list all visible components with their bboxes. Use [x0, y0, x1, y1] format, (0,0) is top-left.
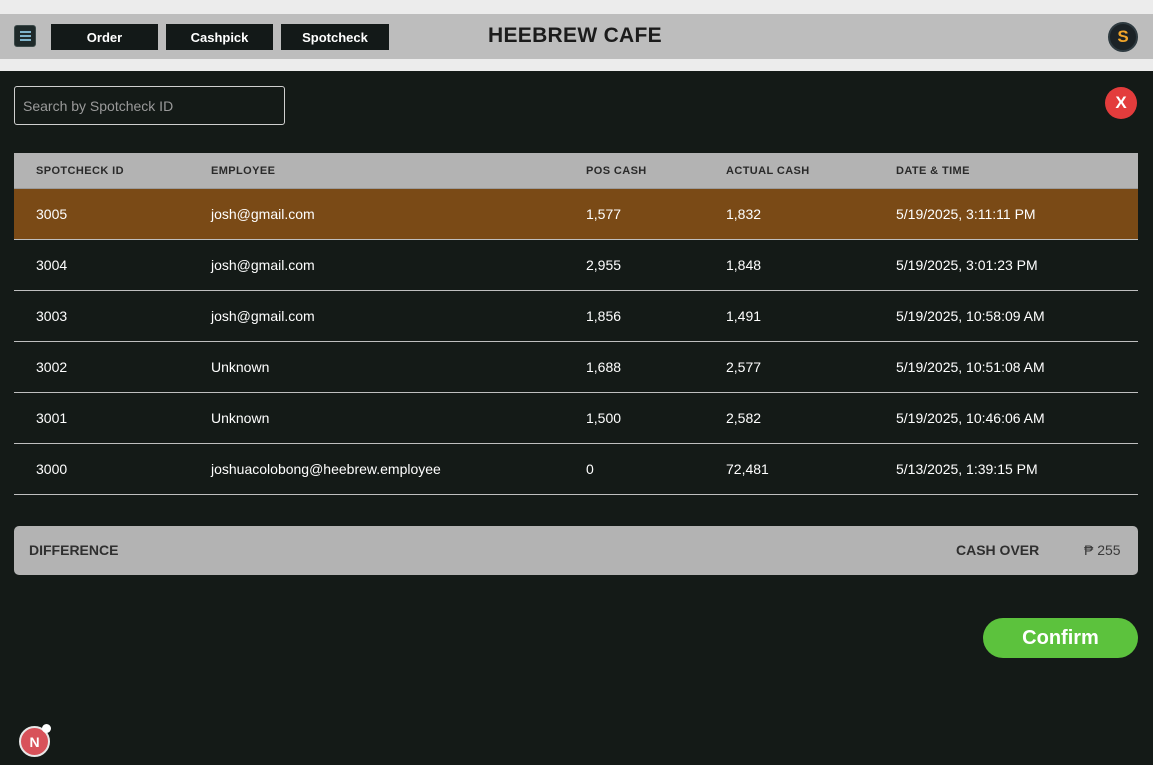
- spotcheck-table: SPOTCHECK ID EMPLOYEE POS CASH ACTUAL CA…: [14, 153, 1138, 495]
- s-coin-logo-icon[interactable]: S: [1108, 22, 1138, 52]
- difference-label: DIFFERENCE: [29, 542, 119, 558]
- nav-order-button[interactable]: Order: [51, 24, 158, 50]
- notification-dot-icon: [42, 724, 51, 733]
- cell-pos-cash: 2,955: [586, 257, 622, 273]
- cell-spotcheck-id: 3002: [36, 359, 68, 375]
- cell-actual-cash: 72,481: [726, 461, 769, 477]
- cell-date-time: 5/19/2025, 10:58:09 AM: [896, 308, 1045, 324]
- difference-amount: ₱ 255: [1084, 542, 1121, 558]
- cell-pos-cash: 1,500: [586, 410, 622, 426]
- hamburger-menu-icon[interactable]: [14, 25, 36, 47]
- cell-pos-cash: 0: [586, 461, 594, 477]
- brand-title: HEEBREW CAFE: [488, 24, 662, 47]
- spotcheck-search-input[interactable]: [14, 86, 285, 125]
- cell-actual-cash: 2,582: [726, 410, 762, 426]
- cell-spotcheck-id: 3003: [36, 308, 68, 324]
- cell-pos-cash: 1,577: [586, 206, 622, 222]
- cell-date-time: 5/19/2025, 10:51:08 AM: [896, 359, 1045, 375]
- table-row[interactable]: 3000 joshuacolobong@heebrew.employee 0 7…: [14, 444, 1138, 495]
- column-header-spotcheck-id: SPOTCHECK ID: [36, 165, 124, 177]
- cell-date-time: 5/19/2025, 3:01:23 PM: [896, 257, 1038, 273]
- nav-spotcheck-button[interactable]: Spotcheck: [281, 24, 389, 50]
- cell-actual-cash: 1,848: [726, 257, 762, 273]
- cash-status-label: CASH OVER: [956, 542, 1040, 558]
- table-row[interactable]: 3005 josh@gmail.com 1,577 1,832 5/19/202…: [14, 189, 1138, 240]
- column-header-pos-cash: POS CASH: [586, 165, 647, 177]
- cell-spotcheck-id: 3004: [36, 257, 68, 273]
- cell-actual-cash: 1,491: [726, 308, 762, 324]
- cell-spotcheck-id: 3000: [36, 461, 68, 477]
- nav-cashpick-button[interactable]: Cashpick: [166, 24, 273, 50]
- table-row[interactable]: 3001 Unknown 1,500 2,582 5/19/2025, 10:4…: [14, 393, 1138, 444]
- cell-date-time: 5/19/2025, 10:46:06 AM: [896, 410, 1045, 426]
- cell-actual-cash: 1,832: [726, 206, 762, 222]
- cell-actual-cash: 2,577: [726, 359, 762, 375]
- cell-date-time: 5/13/2025, 1:39:15 PM: [896, 461, 1038, 477]
- table-row[interactable]: 3004 josh@gmail.com 2,955 1,848 5/19/202…: [14, 240, 1138, 291]
- column-header-actual-cash: ACTUAL CASH: [726, 165, 810, 177]
- cell-employee: josh@gmail.com: [211, 206, 315, 222]
- table-row[interactable]: 3003 josh@gmail.com 1,856 1,491 5/19/202…: [14, 291, 1138, 342]
- cell-spotcheck-id: 3001: [36, 410, 68, 426]
- window-top-strip: [0, 0, 1153, 14]
- column-header-employee: EMPLOYEE: [211, 165, 276, 177]
- difference-summary-bar: DIFFERENCE CASH OVER ₱ 255: [14, 526, 1138, 575]
- cell-pos-cash: 1,688: [586, 359, 622, 375]
- table-row[interactable]: 3002 Unknown 1,688 2,577 5/19/2025, 10:5…: [14, 342, 1138, 393]
- cell-date-time: 5/19/2025, 3:11:11 PM: [896, 206, 1036, 222]
- close-button[interactable]: X: [1105, 87, 1137, 119]
- confirm-button[interactable]: Confirm: [983, 618, 1138, 658]
- cell-employee: joshuacolobong@heebrew.employee: [211, 461, 441, 477]
- cell-pos-cash: 1,856: [586, 308, 622, 324]
- cell-employee: Unknown: [211, 410, 270, 426]
- header-divider: [0, 59, 1153, 71]
- cell-employee: josh@gmail.com: [211, 257, 315, 273]
- cell-employee: Unknown: [211, 359, 270, 375]
- cell-spotcheck-id: 3005: [36, 206, 68, 222]
- cell-employee: josh@gmail.com: [211, 308, 315, 324]
- column-header-date-time: DATE & TIME: [896, 165, 970, 177]
- table-header: SPOTCHECK ID EMPLOYEE POS CASH ACTUAL CA…: [14, 153, 1138, 189]
